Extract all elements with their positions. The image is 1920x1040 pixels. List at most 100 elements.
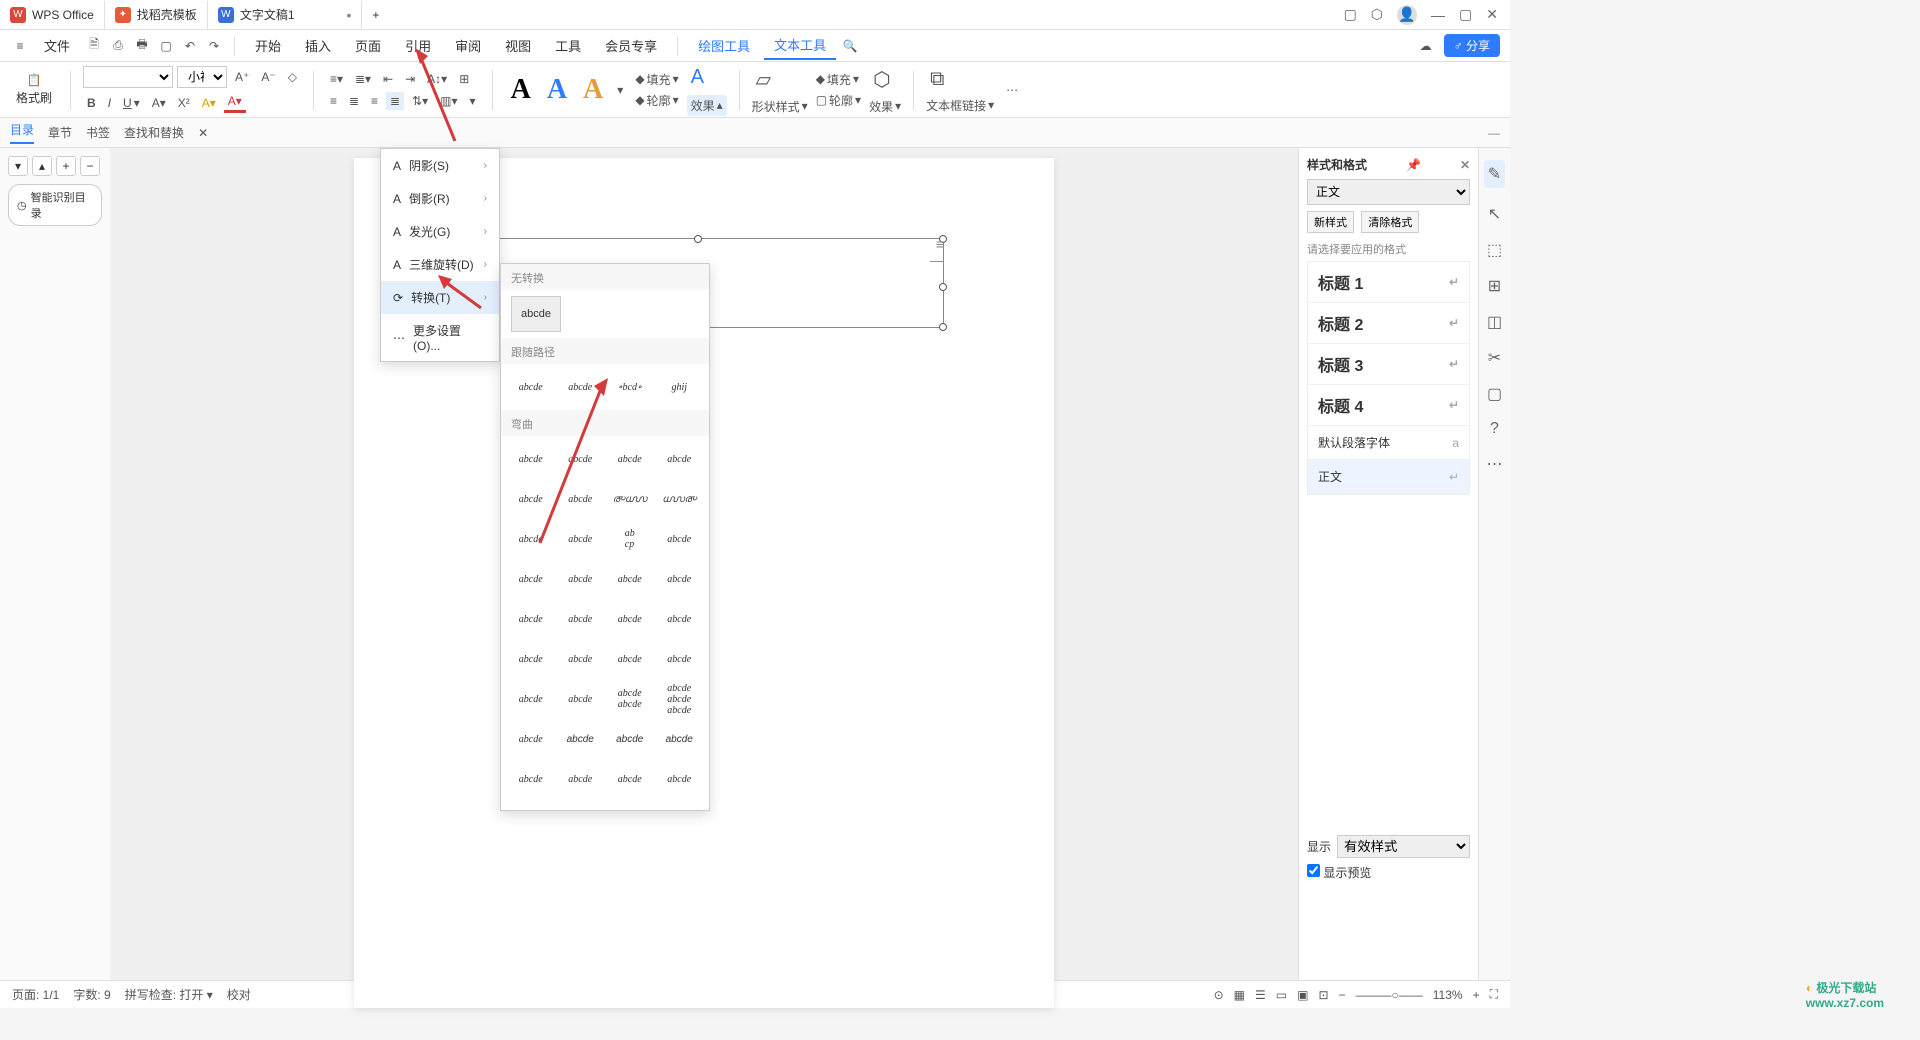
menu-tool[interactable]: 工具	[545, 32, 591, 59]
path-arc-up[interactable]: abcde	[507, 368, 555, 406]
textbox-control-1[interactable]: ≡	[936, 236, 944, 252]
strip-help-icon[interactable]: ?	[1490, 420, 1499, 438]
strip-layers-icon[interactable]: ◫	[1487, 312, 1502, 332]
shape-style-dropdown[interactable]: 形状样式▾	[752, 98, 808, 115]
style-h1[interactable]: 标题 1↵	[1308, 262, 1469, 303]
warp-10[interactable]: abcde	[557, 520, 605, 558]
collapse-panel-icon[interactable]: —	[1488, 126, 1500, 140]
effect-transform[interactable]: ⟳转换(T)›	[381, 281, 499, 314]
redo-icon[interactable]: ↷	[204, 36, 224, 56]
window-close-icon[interactable]: ✕	[1486, 6, 1498, 23]
share-button[interactable]: ♂ 分享	[1444, 34, 1500, 57]
shape-effect-icon[interactable]: ⬡	[869, 65, 901, 94]
bold-button[interactable]: B	[83, 94, 100, 112]
nav-bookmark[interactable]: 书签	[86, 124, 110, 141]
text-effect-icon[interactable]: A	[687, 64, 727, 91]
menu-text[interactable]: 文本工具	[764, 31, 836, 60]
menu-member[interactable]: 会员专享	[595, 32, 667, 59]
align-left[interactable]: ≡	[326, 92, 341, 110]
nav-close-icon[interactable]: ✕	[198, 126, 208, 140]
warp-14[interactable]: abcde	[557, 560, 605, 598]
tab-home[interactable]: W WPS Office	[0, 1, 105, 29]
warp-32[interactable]: abcde	[656, 720, 704, 758]
menu-insert[interactable]: 插入	[295, 32, 341, 59]
avatar-icon[interactable]: 👤	[1397, 5, 1417, 25]
pin-icon[interactable]: 📌	[1406, 158, 1421, 172]
warp-29[interactable]: abcde	[507, 720, 555, 758]
shape-effect-dropdown[interactable]: 效果▾	[869, 98, 901, 115]
canvas[interactable]: ⊟ ▾ 2023 年极 ≡ — A阴影(S)› A倒影(R)› A发光(G)› …	[110, 148, 1298, 980]
menu-page[interactable]: 页面	[345, 32, 391, 59]
textbox-control-2[interactable]: —	[930, 252, 944, 268]
strip-tool1-icon[interactable]: ✂	[1488, 348, 1501, 368]
align-right[interactable]: ≡	[367, 92, 382, 110]
warp-16[interactable]: abcde	[656, 560, 704, 598]
columns[interactable]: ▥▾	[436, 92, 461, 110]
undo-icon[interactable]: ↶	[180, 36, 200, 56]
fit-button[interactable]: ⛶	[1490, 987, 1498, 1002]
nav-chapter[interactable]: 章节	[48, 124, 72, 141]
tab-template[interactable]: ✦ 找稻壳模板	[105, 1, 208, 29]
search-icon[interactable]: 🔍	[840, 36, 860, 56]
warp-20[interactable]: abcde	[656, 600, 704, 638]
nav-toc[interactable]: 目录	[10, 121, 34, 144]
path-button[interactable]: ghij	[656, 368, 704, 406]
no-transform-option[interactable]: abcde	[511, 296, 561, 332]
warp-11[interactable]: abcp	[606, 520, 654, 558]
align-justify[interactable]: ≣	[386, 92, 404, 110]
warp-8[interactable]: ൝൞	[656, 480, 704, 518]
zoom-out-button[interactable]: −	[1339, 988, 1346, 1002]
text-fill[interactable]: ◆ 填充▾	[635, 71, 678, 88]
status-spell[interactable]: 拼写检查: 打开 ▾	[125, 986, 213, 1003]
effect-shadow[interactable]: A阴影(S)›	[381, 149, 499, 182]
status-words[interactable]: 字数: 9	[73, 986, 110, 1003]
strip-cursor-icon[interactable]: ↖	[1488, 204, 1501, 224]
strip-more-icon[interactable]: ⋯	[1487, 454, 1503, 474]
preview-icon[interactable]: ▢	[156, 36, 176, 56]
maximize-icon[interactable]: ▢	[1459, 6, 1472, 23]
window-icon-1[interactable]: ▢	[1344, 6, 1357, 23]
add-button[interactable]: +	[56, 156, 76, 176]
text-effect-dropdown[interactable]: 效果 ▴	[687, 95, 727, 116]
warp-30[interactable]: abcde	[557, 720, 605, 758]
textbox-link-icon[interactable]: ⧉	[926, 66, 994, 93]
shape-outline[interactable]: ▢ 轮廓▾	[816, 92, 861, 109]
view-mode-4-icon[interactable]: ▭	[1276, 988, 1287, 1002]
strip-pencil-icon[interactable]: ✎	[1484, 160, 1505, 188]
menu-review[interactable]: 审阅	[445, 32, 491, 59]
print-icon[interactable]: 🖶	[132, 36, 152, 56]
warp-28[interactable]: abcdeabcdeabcde	[656, 680, 704, 718]
warp-36[interactable]: abcde	[656, 760, 704, 798]
smart-toc-button[interactable]: ◷ 智能识别目录	[8, 184, 102, 226]
bullets-button[interactable]: ≡▾	[326, 70, 347, 88]
text-direction[interactable]: A↕▾	[423, 70, 451, 88]
warp-6[interactable]: abcde	[557, 480, 605, 518]
close-icon[interactable]: •	[347, 7, 352, 23]
clear-format-icon[interactable]: ◇	[284, 68, 301, 86]
warp-13[interactable]: abcde	[507, 560, 555, 598]
menu-draw[interactable]: 绘图工具	[688, 32, 760, 59]
wordart-style-1[interactable]: A	[505, 74, 537, 106]
warp-23[interactable]: abcde	[606, 640, 654, 678]
text-outline[interactable]: ◆ 轮廓▾	[635, 92, 678, 109]
warp-15[interactable]: abcde	[606, 560, 654, 598]
strip-settings-icon[interactable]: ⊞	[1488, 276, 1501, 296]
highlight-button[interactable]: A▾	[198, 94, 220, 112]
menu-ref[interactable]: 引用	[395, 32, 441, 59]
align-center[interactable]: ≣	[345, 92, 363, 110]
strip-tool2-icon[interactable]: ▢	[1487, 384, 1502, 404]
menu-start[interactable]: 开始	[245, 32, 291, 59]
expand-button[interactable]: ▴	[32, 156, 52, 176]
effect-more[interactable]: ⋯更多设置(O)...	[381, 314, 499, 361]
style-h3[interactable]: 标题 3↵	[1308, 344, 1469, 385]
warp-34[interactable]: abcde	[557, 760, 605, 798]
warp-33[interactable]: abcde	[507, 760, 555, 798]
effect-reflection[interactable]: A倒影(R)›	[381, 182, 499, 215]
remove-button[interactable]: −	[80, 156, 100, 176]
new-style-button[interactable]: 新样式	[1307, 211, 1354, 233]
shape-fill[interactable]: ◆ 填充▾	[816, 71, 861, 88]
style-h4[interactable]: 标题 4↵	[1308, 385, 1469, 426]
format-brush[interactable]: 📋 格式刷	[10, 71, 58, 108]
wordart-more[interactable]: ▾	[613, 81, 627, 99]
menu-hamburger-icon[interactable]: ≡	[10, 36, 30, 56]
